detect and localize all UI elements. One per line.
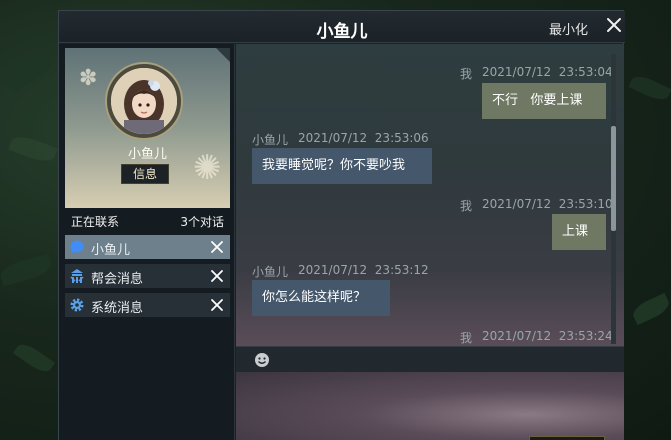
close-conversation-icon[interactable] (210, 298, 224, 312)
message-sender: 小鱼儿 (252, 265, 289, 279)
gear-icon (70, 298, 84, 312)
card-corner-fold (216, 48, 230, 62)
avatar-portrait (111, 68, 177, 134)
conversation-count: 3个对话 (180, 215, 224, 229)
background-leaf (628, 72, 671, 104)
close-conversation-icon[interactable] (210, 269, 224, 283)
close-window-button[interactable] (605, 16, 623, 34)
message-timestamp: 2021/07/12 23:53:24 (482, 329, 613, 343)
contact-item-system-messages[interactable]: 系统消息 (65, 293, 230, 317)
left-panel: ✽ ✺ 小鱼儿 信息 正在联系 3个对话 小鱼儿 帮会消息 系统消息 (59, 44, 235, 440)
background-leaf (13, 339, 55, 377)
guild-icon (70, 269, 84, 283)
background-leaf (629, 292, 671, 326)
message-sender: 我 (460, 331, 473, 345)
contact-label: 帮会消息 (91, 272, 144, 287)
emoji-icon[interactable] (254, 352, 270, 368)
message-timestamp: 2021/07/12 23:53:10 (482, 197, 613, 211)
profile-name: 小鱼儿 (127, 147, 167, 162)
contact-item-guild-messages[interactable]: 帮会消息 (65, 264, 230, 288)
background-leaf (8, 132, 58, 166)
contact-item-xiaoyuer[interactable]: 小鱼儿 (65, 235, 230, 259)
message-bubble-self: 不行 你要上课 (482, 83, 606, 119)
info-button[interactable]: 信息 (121, 164, 169, 184)
minimize-button[interactable]: 最小化 (549, 19, 588, 38)
title-bar[interactable]: 小鱼儿 最小化 (59, 11, 625, 43)
message-history[interactable]: 我 2021/07/12 23:53:04 不行 你要上课 小鱼儿 2021/0… (236, 44, 624, 346)
message-bubble-other: 我要睡觉呢？你不要吵我 (252, 148, 432, 184)
contact-label: 系统消息 (91, 301, 144, 316)
contacts-header: 正在联系 3个对话 (65, 210, 230, 232)
contact-label: 小鱼儿 (91, 243, 131, 258)
message-bubble-self: 上课 (552, 214, 606, 250)
message-sender: 小鱼儿 (252, 133, 289, 147)
message-timestamp: 2021/07/12 23:53:04 (482, 65, 613, 79)
message-timestamp: 2021/07/12 23:53:06 (298, 131, 429, 145)
chat-bubble-icon (70, 240, 84, 254)
background-leaf (0, 253, 54, 287)
send-button[interactable] (529, 436, 605, 440)
profile-card: ✽ ✺ 小鱼儿 信息 (65, 48, 230, 208)
avatar[interactable] (107, 64, 181, 138)
message-sender: 我 (460, 199, 473, 213)
background-leaf (1, 48, 57, 94)
message-sender: 我 (460, 67, 473, 81)
message-bubble-other: 你怎么能这样呢？ (252, 280, 390, 316)
dandelion-decoration: ✽ (79, 66, 98, 91)
close-conversation-icon[interactable] (210, 240, 224, 254)
input-toolbar (236, 346, 624, 372)
chat-window: 小鱼儿 最小化 ✽ ✺ 小鱼儿 信息 正在联系 3个对话 小鱼儿 帮会消息 系统… (58, 10, 625, 440)
window-title: 小鱼儿 (316, 22, 368, 42)
chat-scrollbar-thumb[interactable] (611, 126, 616, 231)
contacts-header-label: 正在联系 (71, 215, 120, 229)
message-timestamp: 2021/07/12 23:53:12 (298, 263, 429, 277)
message-input[interactable] (236, 372, 624, 440)
